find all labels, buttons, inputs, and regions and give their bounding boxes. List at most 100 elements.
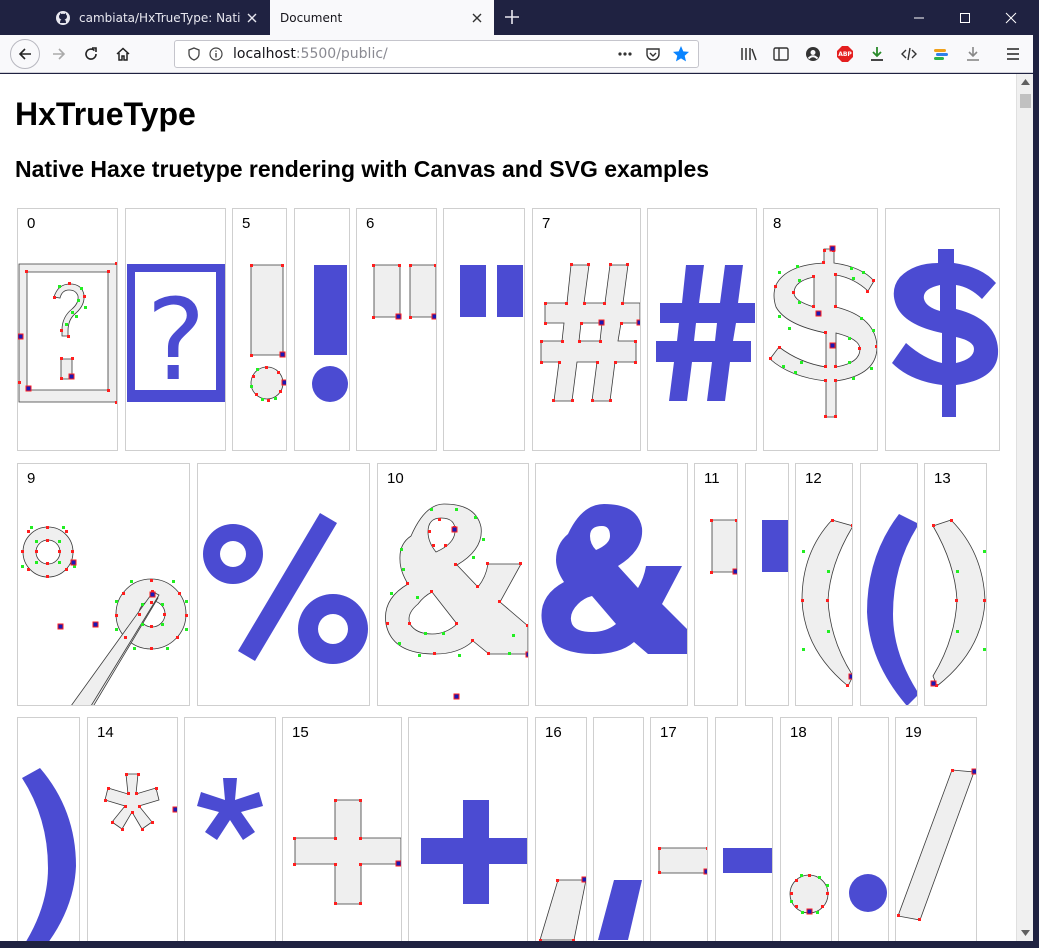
page-actions-icon[interactable]	[614, 43, 636, 65]
window-border	[0, 941, 1039, 948]
glyph-render-box	[860, 463, 918, 706]
glyph-render-period	[849, 874, 887, 912]
glyph-render-box	[184, 717, 276, 941]
glyph-outline-numbersign	[540, 263, 640, 402]
glyph-outline-box: 6	[356, 208, 437, 451]
tab-bar: cambiata/HxTrueType: Native H Document	[0, 0, 1039, 35]
minimize-icon[interactable]	[896, 0, 942, 35]
maximize-icon[interactable]	[942, 0, 988, 35]
glyph-outline-notdef	[18, 262, 117, 404]
new-tab-icon[interactable]	[500, 5, 524, 29]
tab-github[interactable]: cambiata/HxTrueType: Native H	[45, 0, 269, 35]
glyph-render-box	[294, 208, 350, 451]
close-window-icon[interactable]	[988, 0, 1034, 35]
devtools-icon[interactable]	[894, 39, 924, 69]
glyph-render-box	[443, 208, 525, 451]
glyph-render-comma	[598, 880, 642, 940]
tab-document[interactable]: Document	[270, 0, 494, 35]
glyph-outline-box: 11	[694, 463, 738, 706]
glyph-outline-quotesingle	[710, 519, 737, 575]
url-path: :5500/public/	[295, 46, 388, 62]
glyph-outline-parenright	[930, 519, 986, 687]
glyph-render-notdef: ?	[127, 264, 225, 406]
glyph-render-percent	[203, 513, 368, 664]
glyph-outline-slash	[897, 768, 976, 921]
reload-button[interactable]	[76, 39, 106, 69]
glyph-render-box: ?	[125, 208, 226, 451]
glyph-outline-asterisk	[104, 773, 177, 831]
adblock-label: ABP	[838, 50, 852, 58]
address-bar[interactable]: localhost:5500/public/	[174, 40, 699, 68]
scroll-down-icon[interactable]	[1021, 930, 1030, 936]
scrollbar-thumb[interactable]	[1020, 94, 1031, 108]
sidebar-icon[interactable]	[766, 39, 796, 69]
glyph-render-parenright	[22, 768, 76, 941]
tracking-shield-icon[interactable]	[183, 43, 205, 65]
close-tab-icon[interactable]	[466, 7, 488, 29]
pocket-icon[interactable]	[642, 43, 664, 65]
glyph-outline-box: 13	[924, 463, 987, 706]
glyph-outline-parenleft	[801, 519, 852, 687]
glyph-outline-box: 0	[17, 208, 118, 451]
tab-title: Document	[280, 10, 343, 25]
glyph-outline-box: 9	[17, 463, 190, 706]
glyph-outline-box: 18	[780, 717, 832, 941]
glyph-render-asterisk	[197, 778, 263, 840]
glyph-render-dollar	[892, 249, 999, 417]
glyph-outline-box: 7	[532, 208, 641, 451]
glyph-render-exclam	[312, 265, 348, 402]
glyph-outline-hyphen	[658, 847, 707, 875]
glyph-render-box	[197, 463, 370, 706]
navigation-toolbar: localhost:5500/public/ ABP	[0, 35, 1039, 73]
url-text[interactable]: localhost:5500/public/	[233, 46, 614, 62]
library-icon[interactable]	[734, 39, 764, 69]
glyph-render-box	[885, 208, 1000, 451]
glyph-render-box	[838, 717, 889, 941]
scroll-up-icon[interactable]	[1021, 79, 1030, 85]
account-icon[interactable]	[798, 39, 828, 69]
home-button[interactable]	[108, 39, 138, 69]
glyph-outline-box: 12	[795, 463, 853, 706]
glyph-outline-box: 14	[87, 717, 178, 941]
glyph-render-box	[745, 463, 789, 706]
bookmark-star-icon[interactable]	[670, 43, 692, 65]
page-title: HxTrueType	[15, 96, 196, 132]
extension-icon[interactable]	[926, 39, 956, 69]
close-tab-icon[interactable]	[241, 7, 263, 29]
glyph-render-numbersign	[656, 265, 755, 401]
glyph-render-parenleft	[867, 514, 917, 705]
glyph-render-box	[715, 717, 773, 941]
back-button[interactable]	[10, 39, 40, 69]
glyph-outline-plus	[293, 799, 401, 905]
page-content: HxTrueType Native Haxe truetype renderin…	[0, 74, 1016, 941]
glyph-render-plus	[421, 800, 527, 904]
menu-icon[interactable]	[998, 39, 1028, 69]
glyph-outline-exclam	[250, 264, 286, 402]
github-icon	[55, 10, 71, 26]
download-icon[interactable]	[862, 39, 892, 69]
glyph-render-box	[17, 717, 80, 941]
glyph-render-quotesingle	[762, 520, 788, 572]
adblock-plus-icon[interactable]: ABP	[830, 39, 860, 69]
glyph-outline-comma	[539, 876, 586, 941]
notdef-glyph: ?	[146, 276, 205, 406]
glyph-outline-box: 16	[535, 717, 587, 941]
forward-button[interactable]	[44, 39, 74, 69]
glyph-outline-dollar	[769, 245, 877, 418]
glyph-outline-box: 10	[377, 463, 529, 706]
glyph-outline-ampersand	[385, 503, 528, 700]
glyph-render-box	[593, 717, 644, 941]
glyph-outline-period	[789, 874, 829, 915]
glyph-outline-percent	[21, 526, 188, 705]
page-subtitle: Native Haxe truetype rendering with Canv…	[15, 156, 710, 182]
glyph-outline-box: 17	[650, 717, 708, 941]
downloads-icon[interactable]	[958, 39, 988, 69]
glyph-outline-box: 8	[763, 208, 878, 451]
glyph-outline-box: 15	[282, 717, 402, 941]
vertical-scrollbar[interactable]	[1016, 74, 1033, 941]
glyph-render-hyphen	[723, 848, 772, 873]
glyph-outline-box: 5	[232, 208, 287, 451]
site-info-icon[interactable]	[205, 43, 227, 65]
glyph-render-quotedbl	[460, 265, 523, 317]
url-host: localhost	[233, 46, 296, 62]
